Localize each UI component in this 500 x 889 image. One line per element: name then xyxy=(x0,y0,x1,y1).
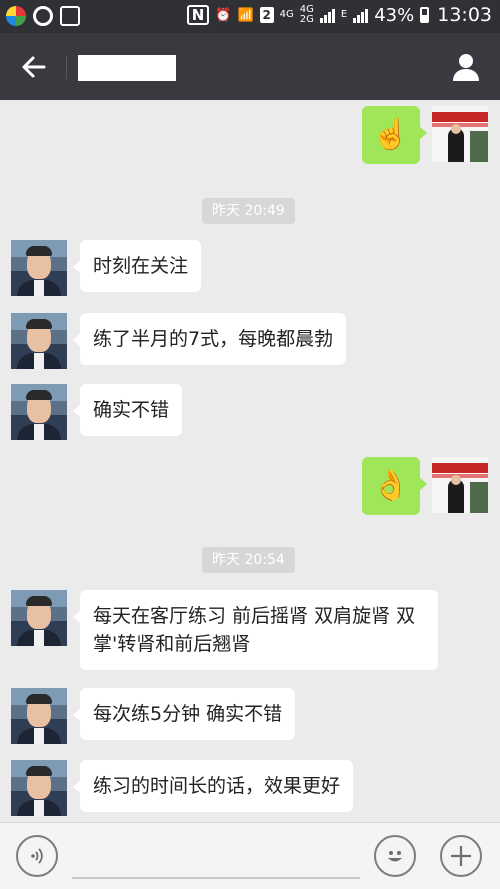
contact-avatar[interactable] xyxy=(11,590,67,646)
network-4g-label: 4G xyxy=(279,9,294,20)
plus-icon[interactable] xyxy=(440,835,482,877)
image-notification-icon xyxy=(60,6,80,26)
network-2g-bottom: 2G xyxy=(299,14,314,25)
clock: 13:03 xyxy=(437,4,492,26)
message-input[interactable] xyxy=(72,877,360,879)
timestamp: 昨天 20:49 xyxy=(202,198,295,224)
contact-avatar[interactable] xyxy=(11,240,67,296)
nfc-icon: N xyxy=(186,5,210,25)
user-icon[interactable] xyxy=(450,51,482,83)
chat-header xyxy=(0,33,500,100)
alarm-icon: ⏰ xyxy=(215,7,232,23)
header-divider xyxy=(66,55,67,79)
contact-name xyxy=(78,55,176,81)
network-stack: 4G 2G xyxy=(300,5,314,25)
emoji-icon[interactable] xyxy=(374,835,416,877)
incoming-message-bubble[interactable]: 每天在客厅练习 前后摇肾 双肩旋肾 双掌'转肾和前后翘肾 xyxy=(73,590,438,670)
sync-icon xyxy=(33,6,53,26)
battery-icon xyxy=(420,7,430,23)
input-bar xyxy=(0,822,500,889)
contact-avatar[interactable] xyxy=(11,313,67,369)
contact-avatar[interactable] xyxy=(11,384,67,440)
signal-bars-2-icon xyxy=(353,7,369,23)
back-arrow-icon[interactable] xyxy=(18,51,50,83)
app-launcher-icon xyxy=(6,6,26,26)
self-avatar[interactable] xyxy=(432,106,488,162)
emoji-pointing-up: ☝️ xyxy=(372,117,410,152)
incoming-message-bubble[interactable]: 练习的时间长的话，效果更好 xyxy=(72,760,354,812)
status-bar: N ⏰ 📶 2 4G 4G 2G E 43% 13:03 xyxy=(0,0,500,33)
incoming-message-bubble[interactable]: 每次练5分钟 确实不错 xyxy=(72,688,296,740)
wifi-icon: 📶 xyxy=(237,7,254,23)
incoming-message-bubble[interactable]: 练了半月的7式，每晚都晨勃 xyxy=(72,313,347,365)
signal-bars-icon xyxy=(319,7,335,23)
contact-avatar[interactable] xyxy=(11,688,67,744)
timestamp: 昨天 20:54 xyxy=(202,547,295,573)
contact-avatar[interactable] xyxy=(11,760,67,816)
incoming-message-bubble[interactable]: 确实不错 xyxy=(72,384,183,436)
incoming-message-bubble[interactable]: 时刻在关注 xyxy=(72,240,202,292)
network-type-label: E xyxy=(340,9,348,20)
emoji-ok-hand: 👌 xyxy=(372,468,410,503)
voice-icon[interactable] xyxy=(16,835,58,877)
sim-badge: 2 xyxy=(259,7,274,23)
battery-percent: 43% xyxy=(374,4,415,26)
self-message-bubble[interactable]: 👌 xyxy=(362,457,427,515)
self-message-bubble[interactable]: ☝️ xyxy=(362,106,427,164)
self-avatar[interactable] xyxy=(432,457,488,513)
